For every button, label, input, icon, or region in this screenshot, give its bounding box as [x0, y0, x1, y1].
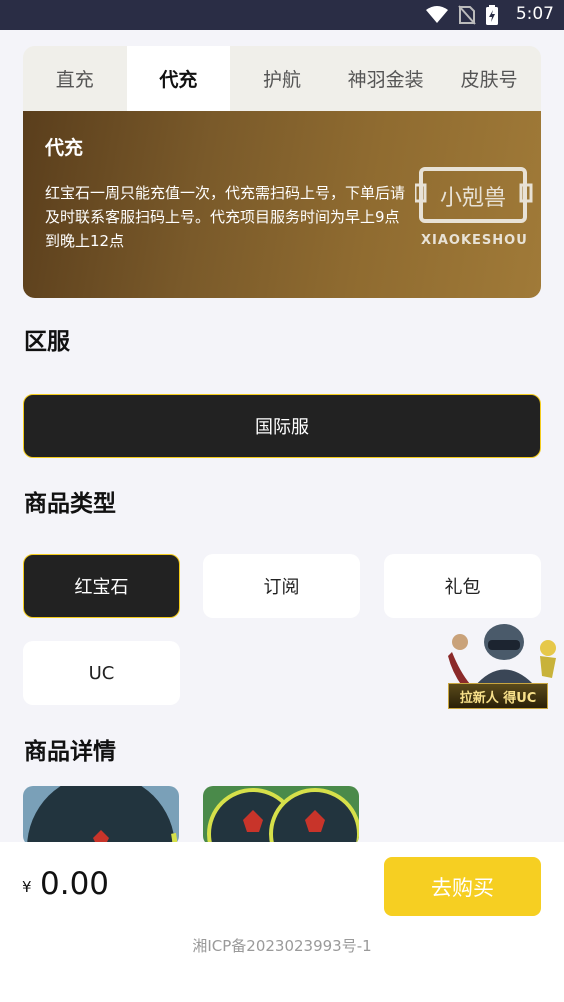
service-tabs: 直充 代充 护航 神羽金装 皮肤号: [23, 46, 541, 111]
product-thumbnail[interactable]: [203, 786, 359, 846]
banner-description: 红宝石一周只能充值一次，代充需扫码上号，下单后请及时联系客服扫码上号。代充项目服…: [45, 184, 406, 250]
product-details-section-title: 商品详情: [24, 739, 116, 765]
product-type-section-title: 商品类型: [24, 491, 116, 517]
tab-skin-account[interactable]: 皮肤号: [437, 46, 541, 111]
tab-proxy-recharge[interactable]: 代充: [126, 46, 231, 111]
server-section-title: 区服: [24, 329, 70, 355]
tab-direct-recharge[interactable]: 直充: [23, 46, 127, 111]
tab-shenyu-gold[interactable]: 神羽金装: [334, 46, 438, 111]
tab-escort[interactable]: 护航: [230, 46, 334, 111]
total-price: 0.00: [40, 866, 110, 902]
product-type-ruby[interactable]: 红宝石: [23, 554, 180, 618]
status-icons: [426, 5, 498, 25]
currency-symbol: ¥: [22, 878, 32, 896]
double-ruby-gem-image: [203, 786, 359, 846]
ruby-gem-image: [23, 786, 179, 846]
product-type-subscription[interactable]: 订阅: [203, 554, 360, 618]
no-sim-icon: [458, 5, 476, 25]
server-option-international[interactable]: 国际服: [23, 394, 541, 458]
service-card: 直充 代充 护航 神羽金装 皮肤号 代充 红宝石一周只能充值一次，代充需扫码上号…: [23, 46, 541, 298]
wifi-icon: [426, 6, 448, 24]
service-banner: 代充 红宝石一周只能充值一次，代充需扫码上号，下单后请及时联系客服扫码上号。代充…: [23, 111, 541, 298]
banner-title: 代充: [45, 137, 84, 159]
battery-charging-icon: [486, 5, 498, 25]
promo-label[interactable]: 拉新人 得UC: [448, 683, 548, 709]
status-bar: 5:07: [0, 0, 564, 30]
product-type-gift-pack[interactable]: 礼包: [384, 554, 541, 618]
brand-logo-mark: 小剋兽: [440, 186, 506, 211]
product-type-uc[interactable]: UC: [23, 641, 180, 705]
status-time: 5:07: [515, 4, 554, 24]
buy-button[interactable]: 去购买: [384, 857, 541, 916]
brand-logo-text: XIAOKESHOU: [421, 233, 528, 248]
icp-record[interactable]: 湘ICP备2023023993号-1: [0, 935, 564, 956]
product-thumbnail[interactable]: [23, 786, 179, 846]
